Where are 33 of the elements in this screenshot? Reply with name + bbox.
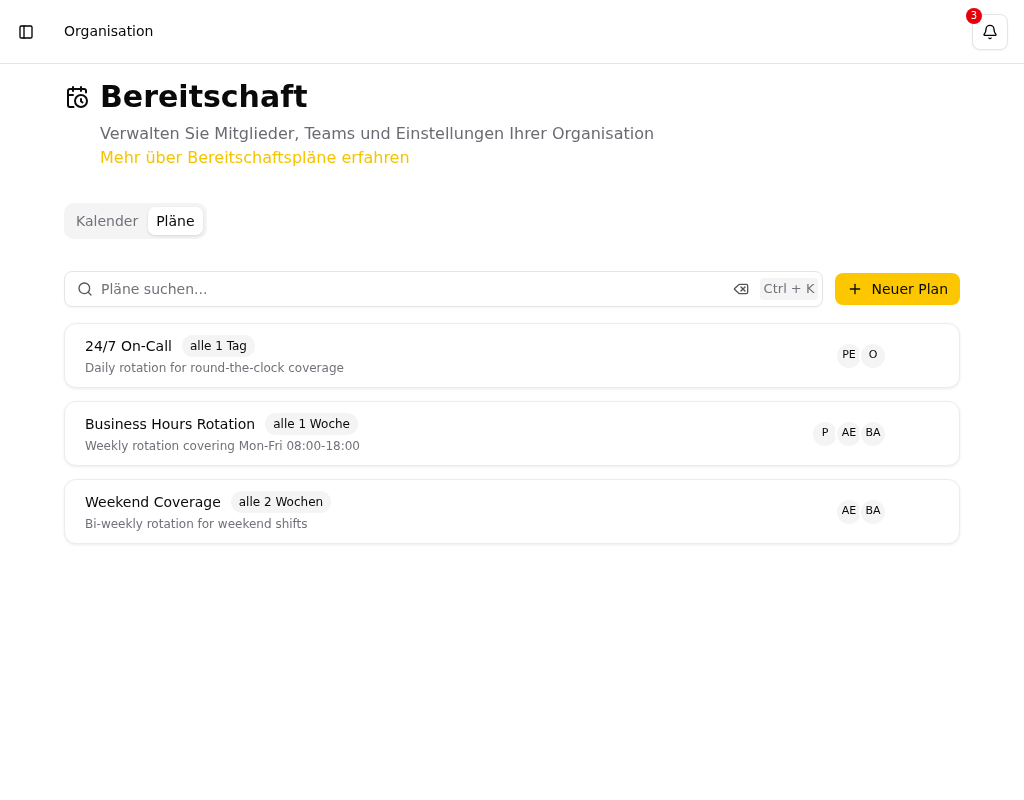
member-avatar: AE xyxy=(835,497,863,526)
plan-card[interactable]: Business Hours Rotation alle 1 Woche Weekly rotation covering Mon-Fri 08:00-18:00 P AE BA xyxy=(64,401,960,466)
header-title: Organisation xyxy=(64,22,154,41)
member-avatar: BA xyxy=(859,419,887,448)
plan-description: Bi-weekly rotation for weekend shifts xyxy=(85,516,308,532)
member-avatar: AE xyxy=(835,419,863,448)
plan-card[interactable]: Weekend Coverage alle 2 Wochen Bi-weekly rotation for weekend shifts AE BA xyxy=(64,479,960,544)
calendar-clock-icon xyxy=(65,85,89,109)
plan-name: Business Hours Rotation xyxy=(85,415,256,434)
bell-icon xyxy=(982,23,998,40)
member-avatar: P xyxy=(811,419,839,448)
tab[interactable]: Pläne xyxy=(148,207,203,235)
notifications-button[interactable] xyxy=(972,13,1008,50)
interval-tag: alle 1 Woche xyxy=(265,413,358,435)
plan-description: Weekly rotation covering Mon-Fri 08:00-18:00 xyxy=(85,438,360,454)
plan-name: Weekend Coverage xyxy=(85,493,221,512)
interval-tag: alle 1 Tag xyxy=(181,335,255,357)
tab[interactable]: Kalender xyxy=(68,207,147,235)
search-icon xyxy=(77,281,93,297)
sidebar-icon xyxy=(18,23,34,40)
plan-description: Daily rotation for round-the-clock coverage xyxy=(85,360,344,376)
shortcut-hint: Ctrl + K xyxy=(759,278,819,300)
plan-name: 24/7 On-Call xyxy=(85,337,172,356)
interval-tag: alle 2 Wochen xyxy=(230,491,332,513)
page-description: Verwalten Sie Mitglieder, Teams und Einstellungen Ihrer Organisation Mehr über Bereitschaftspläne erfahren xyxy=(100,123,656,169)
notification-count: 3 xyxy=(966,7,982,24)
member-avatar: O xyxy=(859,341,887,370)
member-avatar: BA xyxy=(859,497,887,526)
plan-card[interactable]: 24/7 On-Call alle 1 Tag Daily rotation for round-the-clock coverage PE O xyxy=(64,323,960,388)
member-avatar: PE xyxy=(835,341,863,370)
clear-icon[interactable] xyxy=(733,281,750,297)
page-title: Bereitschaft xyxy=(100,78,308,116)
new-plan-button[interactable]: Neuer Plan xyxy=(835,273,960,305)
